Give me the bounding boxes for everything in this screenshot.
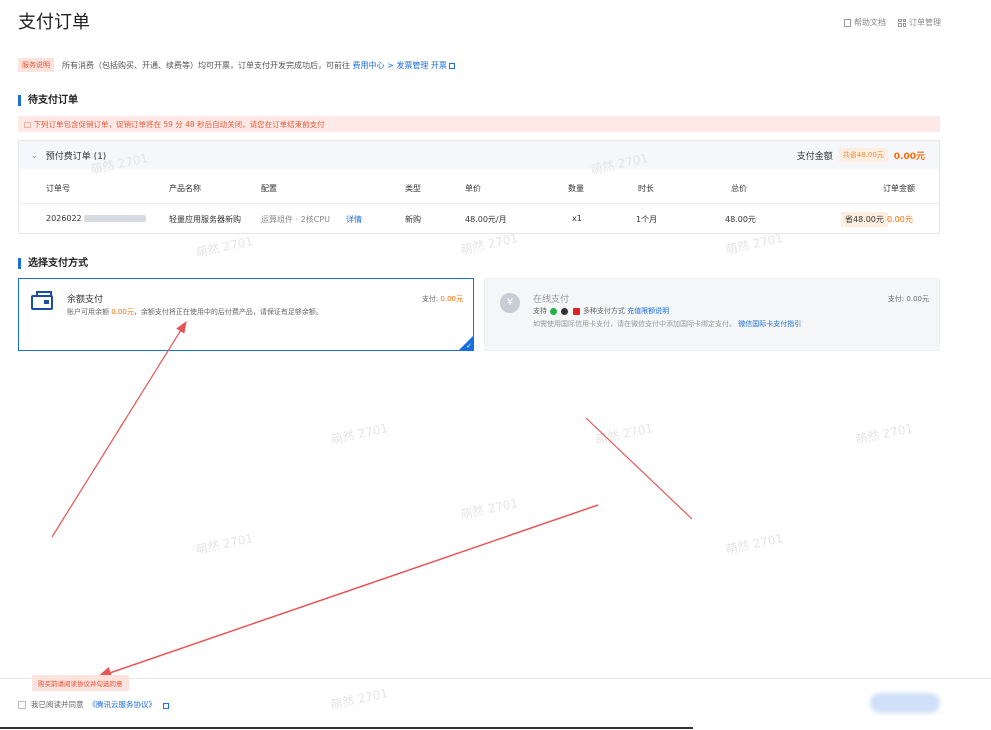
- annotation-arrows: [51, 320, 693, 679]
- bottom-rule: [0, 727, 693, 729]
- footer-divider: [0, 678, 991, 679]
- agree-checkbox[interactable]: [18, 700, 26, 709]
- agreement-tip: 购买前请阅读协议并勾选同意: [32, 675, 129, 691]
- service-agreement-link[interactable]: 《腾讯云服务协议》: [89, 699, 157, 710]
- agree-text: 我已阅读并同意: [31, 700, 84, 709]
- pay-button[interactable]: [870, 693, 940, 713]
- agreement-row: 我已阅读并同意 《腾讯云服务协议》: [18, 699, 169, 710]
- external-link-icon: [163, 702, 169, 709]
